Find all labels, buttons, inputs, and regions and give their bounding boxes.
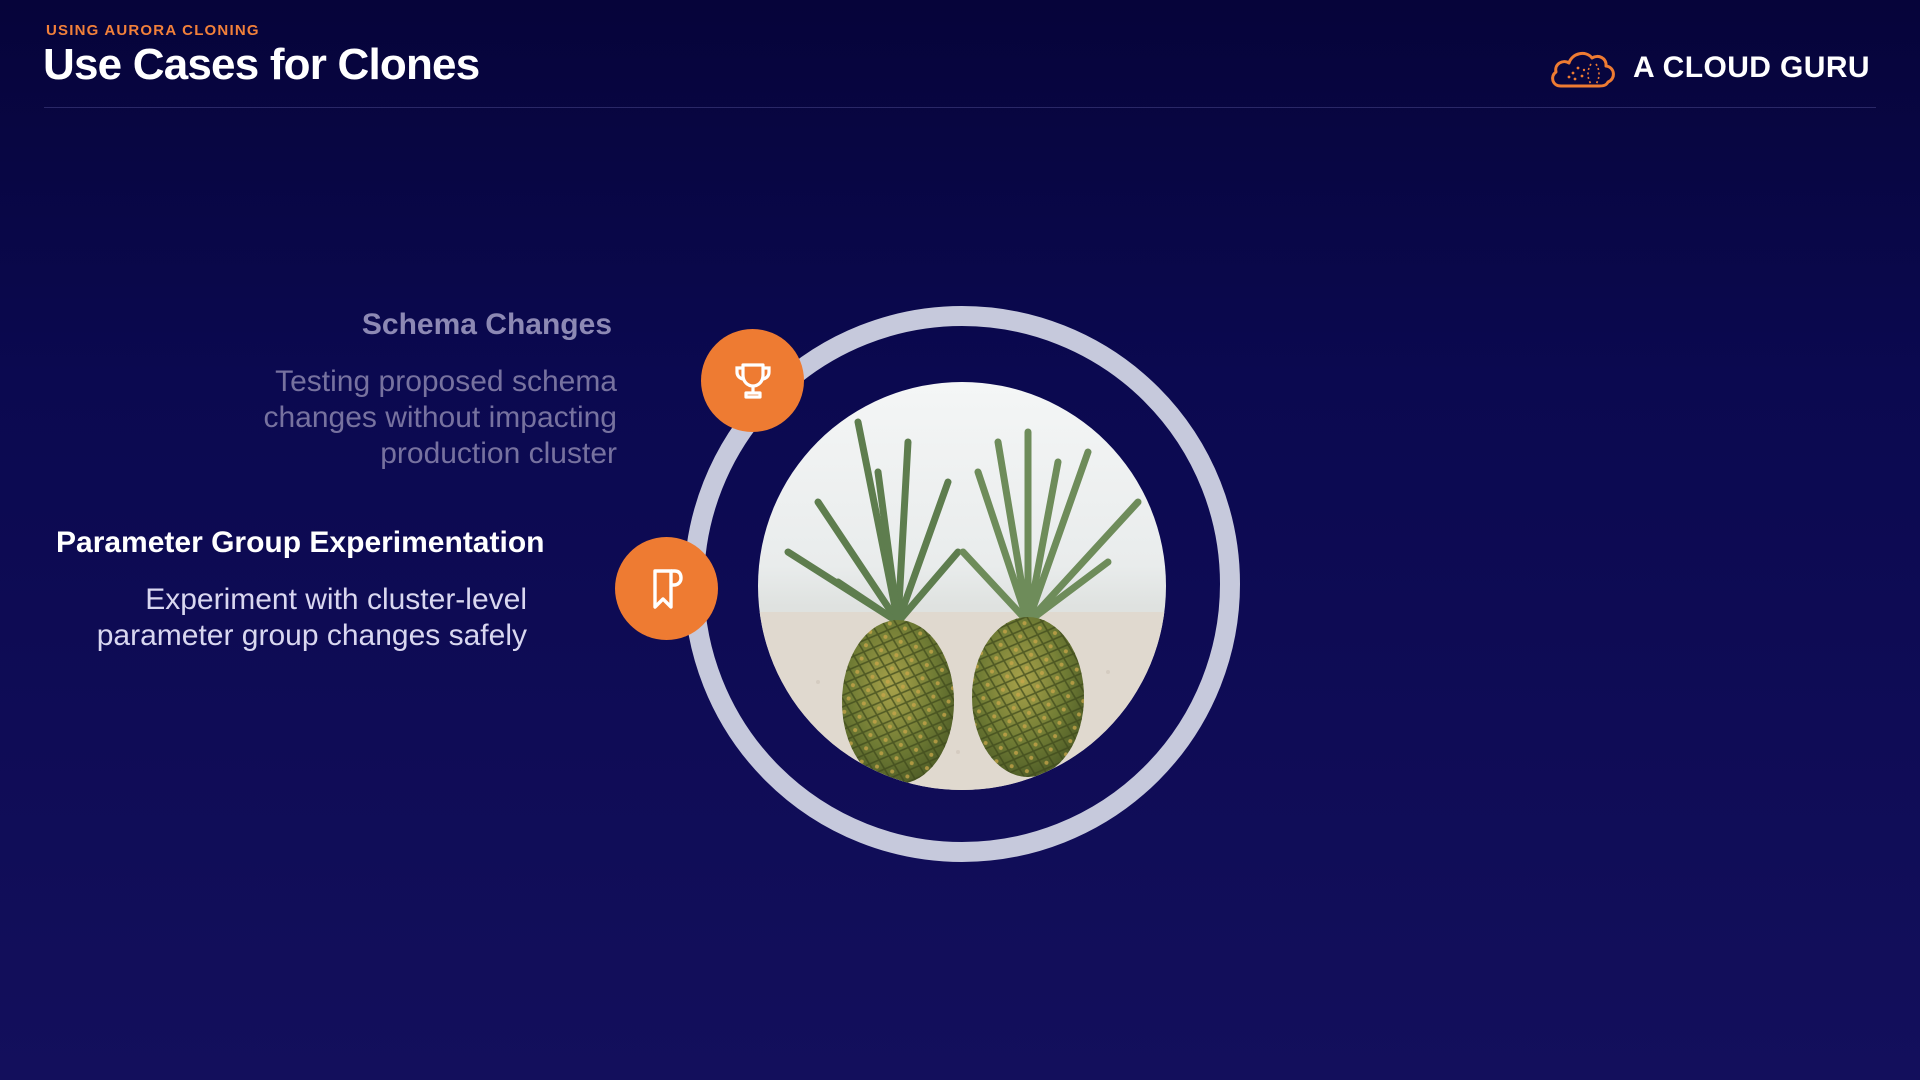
- use-case-title: Parameter Group Experimentation: [56, 526, 545, 559]
- cloud-icon: [1551, 51, 1615, 88]
- pineapples-photo: [758, 382, 1166, 790]
- use-case-description: Experiment with cluster-level parameter …: [96, 583, 527, 652]
- bookmark-badge: [615, 537, 718, 640]
- use-case-parameter-group: Parameter Group Experimentation Experime…: [40, 526, 556, 654]
- brand-logo: A CLOUD GURU: [1547, 44, 1870, 92]
- slide-title: Use Cases for Clones: [43, 40, 480, 89]
- use-case-title: Schema Changes: [361, 308, 612, 341]
- use-case-description: Testing proposed schema changes without …: [263, 365, 617, 470]
- trophy-icon: [734, 362, 771, 399]
- trophy-badge: [701, 329, 804, 432]
- header-divider: [44, 107, 1876, 108]
- bookmark-icon: [652, 568, 683, 609]
- section-eyebrow: USING AURORA CLONING: [46, 22, 260, 39]
- use-case-schema-changes: Schema Changes Testing proposed schema c…: [200, 308, 617, 472]
- brand-name: A CLOUD GURU: [1632, 51, 1870, 84]
